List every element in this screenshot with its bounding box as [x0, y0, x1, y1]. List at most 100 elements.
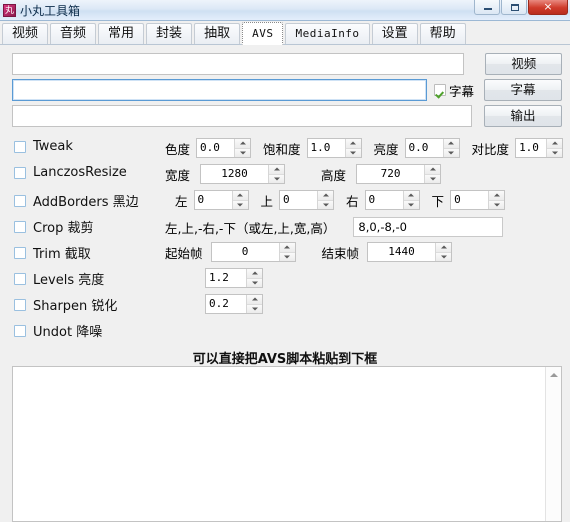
tab-extract[interactable]: 抽取 [194, 23, 241, 44]
undot-checkbox[interactable] [14, 324, 26, 337]
option-row-add-borders[interactable]: AddBorders 黑边 [14, 191, 139, 210]
add-borders-checkbox[interactable] [14, 194, 26, 207]
tab-mux[interactable]: 封装 [146, 23, 193, 44]
border-bottom-value[interactable]: 0 [451, 191, 489, 209]
height-stepper-buttons[interactable] [424, 165, 441, 183]
option-row-lanczos-resize[interactable]: LanczosResize [14, 165, 127, 180]
levels-value[interactable]: 1.2 [206, 269, 246, 287]
sharpen-decrement-button[interactable] [247, 304, 262, 313]
output-path-input[interactable] [12, 105, 472, 127]
minimize-button[interactable] [474, 0, 500, 15]
option-row-levels[interactable]: Levels 亮度 [14, 269, 104, 288]
levels-stepper[interactable]: 1.2 [205, 268, 263, 288]
subtitle-toggle[interactable]: 字幕 [433, 81, 474, 100]
hue-stepper-buttons[interactable] [234, 139, 251, 157]
trim-end-stepper-buttons[interactable] [435, 243, 452, 261]
border-top-stepper[interactable]: 0 [279, 190, 335, 210]
levels-increment-button[interactable] [247, 269, 262, 279]
width-value[interactable]: 1280 [201, 165, 269, 183]
border-bottom-decrement-button[interactable] [489, 200, 505, 209]
border-top-value[interactable]: 0 [280, 191, 318, 209]
close-button[interactable]: × [528, 0, 568, 15]
brightness-value[interactable]: 0.0 [405, 139, 443, 157]
browse-subtitle-button[interactable]: 字幕 [484, 79, 562, 101]
levels-checkbox[interactable] [14, 272, 26, 285]
tab-help[interactable]: 帮助 [419, 23, 466, 44]
trim-start-stepper[interactable]: 0 [210, 242, 296, 262]
width-decrement-button[interactable] [269, 174, 285, 183]
option-row-tweak[interactable]: Tweak [14, 139, 73, 154]
brightness-increment-button[interactable] [443, 139, 459, 149]
trim-start-stepper-buttons[interactable] [278, 243, 295, 261]
width-stepper-buttons[interactable] [268, 165, 285, 183]
crop-value-input[interactable] [353, 217, 504, 237]
border-bottom-increment-button[interactable] [489, 191, 505, 201]
saturation-stepper-buttons[interactable] [344, 139, 361, 157]
border-bottom-stepper[interactable]: 0 [450, 190, 506, 210]
saturation-increment-button[interactable] [345, 139, 361, 149]
width-stepper[interactable]: 1280 [200, 164, 286, 184]
border-right-stepper[interactable]: 0 [364, 190, 420, 210]
trim-end-value[interactable]: 1440 [368, 243, 436, 261]
option-row-undot[interactable]: Undot 降噪 [14, 321, 102, 340]
height-stepper[interactable]: 720 [356, 164, 442, 184]
brightness-stepper[interactable]: 0.0 [404, 138, 460, 158]
tab-common[interactable]: 常用 [98, 23, 145, 44]
contrast-value[interactable]: 1.0 [516, 139, 547, 157]
video-path-input[interactable] [12, 53, 464, 75]
border-bottom-stepper-buttons[interactable] [488, 191, 505, 209]
trim-end-stepper[interactable]: 1440 [367, 242, 453, 262]
levels-stepper-buttons[interactable] [246, 269, 262, 287]
tab-settings[interactable]: 设置 [371, 23, 418, 44]
tweak-checkbox[interactable] [14, 140, 26, 153]
trim-start-decrement-button[interactable] [279, 252, 295, 261]
border-left-value[interactable]: 0 [194, 191, 232, 209]
contrast-stepper[interactable]: 1.0 [515, 138, 564, 158]
avs-script-input[interactable] [13, 367, 545, 521]
saturation-decrement-button[interactable] [345, 148, 361, 157]
option-row-crop[interactable]: Crop 裁剪 [14, 217, 93, 236]
trim-end-decrement-button[interactable] [436, 252, 452, 261]
trim-start-value[interactable]: 0 [211, 243, 279, 261]
subtitle-checkbox[interactable] [433, 84, 446, 96]
sharpen-value[interactable]: 0.2 [206, 295, 246, 313]
tab-mediainfo[interactable]: MediaInfo [285, 23, 370, 44]
border-left-decrement-button[interactable] [232, 200, 248, 209]
trim-start-increment-button[interactable] [279, 243, 295, 253]
border-right-value[interactable]: 0 [365, 191, 403, 209]
border-top-increment-button[interactable] [318, 191, 334, 201]
trim-end-increment-button[interactable] [436, 243, 452, 253]
hue-value[interactable]: 0.0 [197, 139, 235, 157]
contrast-increment-button[interactable] [547, 139, 563, 149]
border-top-stepper-buttons[interactable] [317, 191, 334, 209]
contrast-decrement-button[interactable] [547, 148, 563, 157]
tab-video[interactable]: 视频 [2, 23, 49, 44]
tab-avs[interactable]: AVS [242, 22, 284, 45]
height-value[interactable]: 720 [357, 165, 425, 183]
browse-video-button[interactable]: 视频 [485, 53, 562, 75]
border-right-stepper-buttons[interactable] [402, 191, 419, 209]
trim-checkbox[interactable] [14, 246, 26, 259]
sharpen-stepper[interactable]: 0.2 [205, 294, 263, 314]
brightness-stepper-buttons[interactable] [442, 139, 459, 157]
contrast-stepper-buttons[interactable] [546, 139, 563, 157]
maximize-button[interactable] [501, 0, 527, 15]
sharpen-increment-button[interactable] [247, 295, 262, 305]
border-left-stepper-buttons[interactable] [231, 191, 248, 209]
border-left-stepper[interactable]: 0 [193, 190, 249, 210]
border-right-decrement-button[interactable] [403, 200, 419, 209]
crop-checkbox[interactable] [14, 220, 26, 233]
levels-decrement-button[interactable] [247, 278, 262, 287]
hue-increment-button[interactable] [235, 139, 251, 149]
border-top-decrement-button[interactable] [318, 200, 334, 209]
height-decrement-button[interactable] [425, 174, 441, 183]
tab-audio[interactable]: 音频 [50, 23, 97, 44]
lanczos-resize-checkbox[interactable] [14, 166, 26, 179]
hue-stepper[interactable]: 0.0 [196, 138, 252, 158]
sharpen-checkbox[interactable] [14, 298, 26, 311]
saturation-value[interactable]: 1.0 [307, 139, 345, 157]
height-increment-button[interactable] [425, 165, 441, 175]
option-row-sharpen[interactable]: Sharpen 锐化 [14, 295, 117, 314]
border-left-increment-button[interactable] [232, 191, 248, 201]
option-row-trim[interactable]: Trim 截取 [14, 243, 91, 262]
